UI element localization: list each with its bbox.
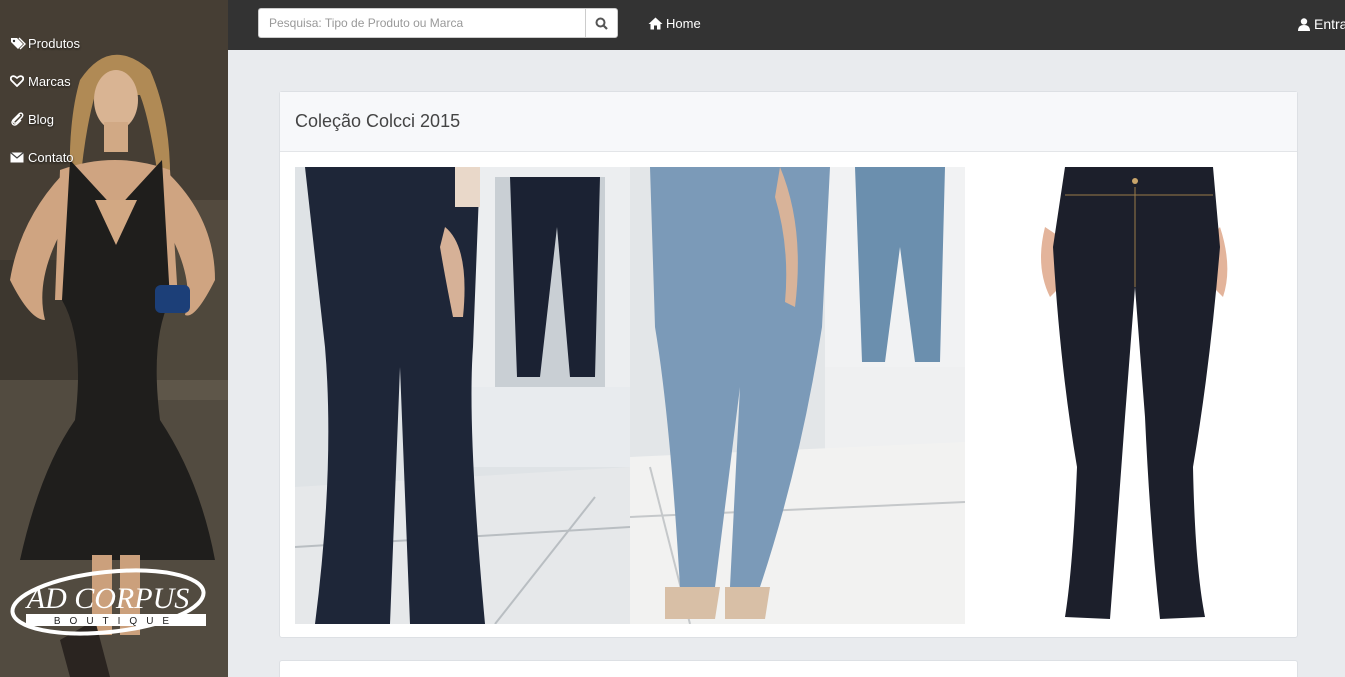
home-link[interactable]: Home: [648, 16, 701, 31]
search-button[interactable]: [585, 8, 618, 38]
panel-title: Coleção Colcci 2015: [295, 111, 461, 131]
search-input[interactable]: [258, 8, 585, 38]
sidebar-item-label: Blog: [28, 111, 55, 127]
ad-corpus-logo[interactable]: AD CORPUS BOUTIQUE: [8, 566, 208, 638]
user-icon: [1298, 17, 1310, 31]
product-photo-dark-flare[interactable]: [295, 167, 630, 624]
product-photo-studio-flare[interactable]: [965, 167, 1285, 624]
sidebar-item-label: Marcas: [28, 73, 71, 89]
sidebar-item-produtos[interactable]: Produtos: [10, 24, 80, 62]
search-icon: [595, 17, 608, 30]
home-icon: [648, 17, 663, 30]
panel-heading: Coleção Colcci 2015: [280, 92, 1297, 152]
sidebar-item-label: Contato: [28, 149, 74, 165]
sidebar-item-contato[interactable]: Contato: [10, 138, 80, 176]
sidebar-nav: Produtos Marcas Blog Contato: [10, 24, 80, 176]
logo-text-main: AD CORPUS: [25, 582, 189, 615]
search-form: [258, 8, 618, 38]
sidebar: Produtos Marcas Blog Contato AD CORPUS B…: [0, 0, 228, 677]
product-photo-light-skinny[interactable]: [630, 167, 965, 624]
sidebar-item-blog[interactable]: Blog: [10, 100, 80, 138]
login-label: Entrar: [1314, 16, 1345, 32]
collection-panel: Coleção Colcci 2015: [279, 91, 1298, 638]
envelope-icon: [10, 150, 26, 164]
paperclip-icon: [10, 112, 26, 126]
logo-text-sub: BOUTIQUE: [54, 616, 178, 627]
sidebar-item-marcas[interactable]: Marcas: [10, 62, 80, 100]
home-label: Home: [666, 16, 701, 31]
next-panel: [279, 660, 1298, 677]
panel-body: [295, 167, 1285, 624]
tags-icon: [10, 36, 26, 50]
top-navbar: Home Entrar: [228, 0, 1345, 50]
sidebar-item-label: Produtos: [28, 35, 81, 51]
heart-icon: [10, 74, 26, 88]
login-link[interactable]: Entrar: [1298, 16, 1345, 32]
